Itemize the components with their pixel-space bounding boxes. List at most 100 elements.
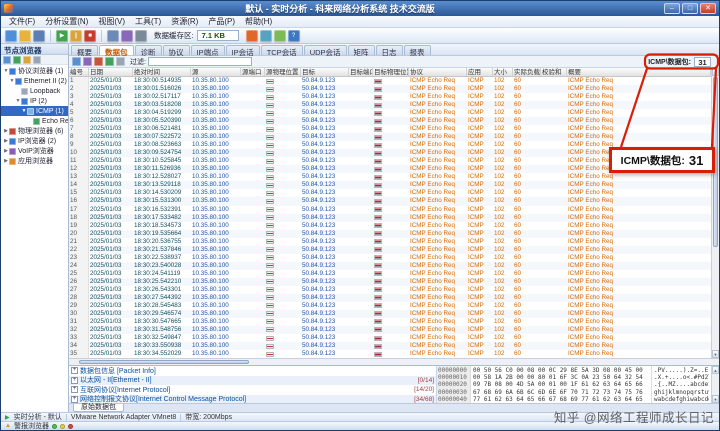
packet-row[interactable]: 82025/01/0318:30:07.52257210.35.80.10050… bbox=[69, 133, 711, 141]
adapter-settings-icon[interactable] bbox=[107, 30, 119, 42]
column-header-dport[interactable]: 目标端口 bbox=[349, 68, 373, 76]
tab-raw-packet[interactable]: 原始数据包 bbox=[73, 404, 124, 412]
tab-5[interactable]: IP会话 bbox=[226, 45, 260, 55]
maximize-button[interactable]: □ bbox=[682, 3, 698, 14]
packet-row[interactable]: 282025/01/0318:30:27.54439210.35.80.1005… bbox=[69, 294, 711, 302]
packet-row[interactable]: 202025/01/0318:30:19.53566410.35.80.1005… bbox=[69, 230, 711, 238]
tree-node-0[interactable]: ▼协议浏览器 (1) bbox=[1, 66, 68, 76]
tree-filter-icon[interactable] bbox=[3, 56, 11, 64]
tree-node-5[interactable]: Echo Req bbox=[1, 116, 68, 126]
packet-row[interactable]: 312025/01/0318:30:30.54766510.35.80.1005… bbox=[69, 318, 711, 326]
stop-capture-icon[interactable]: ■ bbox=[84, 30, 96, 42]
packet-row[interactable]: 242025/01/0318:30:23.54002810.35.80.1005… bbox=[69, 262, 711, 270]
menu-item-0[interactable]: 文件(F) bbox=[4, 16, 40, 27]
packet-row[interactable]: 342025/01/0318:30:33.55093810.35.80.1005… bbox=[69, 342, 711, 350]
packet-row[interactable]: 22025/01/0318:30:01.51602610.35.80.10050… bbox=[69, 85, 711, 93]
packet-row[interactable]: 232025/01/0318:30:22.53893710.35.80.1005… bbox=[69, 254, 711, 262]
packet-row[interactable]: 352025/01/0318:30:34.55202910.35.80.1005… bbox=[69, 350, 711, 358]
packet-row[interactable]: 62025/01/0318:30:05.52039010.35.80.10050… bbox=[69, 117, 711, 125]
menu-item-2[interactable]: 视图(V) bbox=[93, 16, 130, 27]
packet-row[interactable]: 322025/01/0318:30:31.54875610.35.80.1005… bbox=[69, 326, 711, 334]
tab-10[interactable]: 报表 bbox=[404, 45, 431, 55]
vertical-scrollbar[interactable]: ▲ ▼ bbox=[711, 68, 719, 358]
packet-row[interactable]: 292025/01/0318:30:28.54548310.35.80.1005… bbox=[69, 302, 711, 310]
decode-row-1[interactable]: +以太网 - II[Ethernet - II][0/14] bbox=[69, 376, 436, 386]
tab-4[interactable]: IP端点 bbox=[191, 45, 225, 55]
clear-packets-icon[interactable] bbox=[94, 57, 103, 66]
alarm-explorer-icon[interactable] bbox=[246, 30, 258, 42]
decode-scroll-down-icon[interactable]: ▼ bbox=[712, 395, 719, 403]
save-icon[interactable] bbox=[33, 30, 45, 42]
filter-input[interactable] bbox=[148, 57, 252, 66]
menu-item-4[interactable]: 资源(R) bbox=[166, 16, 203, 27]
menu-item-5[interactable]: 产品(P) bbox=[203, 16, 240, 27]
expand-icon[interactable]: + bbox=[71, 367, 78, 374]
menu-item-6[interactable]: 帮助(H) bbox=[240, 16, 277, 27]
tab-0[interactable]: 概要 bbox=[71, 45, 98, 55]
packet-row[interactable]: 142025/01/0318:30:13.52911810.35.80.1005… bbox=[69, 181, 711, 189]
open-project-icon[interactable] bbox=[19, 30, 31, 42]
tab-8[interactable]: 矩阵 bbox=[348, 45, 375, 55]
tab-1[interactable]: 数据包 bbox=[99, 45, 134, 55]
menu-item-3[interactable]: 工具(T) bbox=[130, 16, 166, 27]
column-header-app[interactable]: 应用 bbox=[467, 68, 493, 76]
column-header-checksum[interactable]: 校验和 bbox=[541, 68, 567, 76]
column-header-dst[interactable]: 目标 bbox=[301, 68, 349, 76]
packet-row[interactable]: 42025/01/0318:30:03.51820810.35.80.10050… bbox=[69, 101, 711, 109]
pause-capture-icon[interactable]: || bbox=[70, 30, 82, 42]
packet-row[interactable]: 72025/01/0318:30:06.52148110.35.80.10050… bbox=[69, 125, 711, 133]
tab-2[interactable]: 诊断 bbox=[135, 45, 162, 55]
scroll-down-icon[interactable]: ▼ bbox=[712, 350, 719, 358]
column-header-no[interactable]: 编号 bbox=[69, 68, 89, 76]
column-header-summary[interactable]: 概要 bbox=[567, 68, 711, 76]
menu-item-1[interactable]: 分析设置(N) bbox=[40, 16, 93, 27]
packet-row[interactable]: 272025/01/0318:30:26.54330110.35.80.1005… bbox=[69, 286, 711, 294]
decode-row-2[interactable]: +互联网协议[Internet Protocol][14/20] bbox=[69, 385, 436, 395]
column-header-date[interactable]: 日期 bbox=[89, 68, 133, 76]
hscrollbar-thumb[interactable] bbox=[79, 360, 249, 364]
decode-scroll-up-icon[interactable]: ▲ bbox=[712, 366, 719, 374]
general-settings-icon[interactable] bbox=[135, 30, 147, 42]
report-icon[interactable] bbox=[274, 30, 286, 42]
packet-row[interactable]: 212025/01/0318:30:20.53675510.35.80.1005… bbox=[69, 238, 711, 246]
packet-row[interactable]: 32025/01/0318:30:02.51711710.35.80.10050… bbox=[69, 93, 711, 101]
tab-7[interactable]: UDP会话 bbox=[304, 45, 347, 55]
start-capture-icon[interactable]: ▶ bbox=[56, 30, 68, 42]
export-packets-icon[interactable] bbox=[72, 57, 81, 66]
packet-row[interactable]: 222025/01/0318:30:21.53784610.35.80.1005… bbox=[69, 246, 711, 254]
decode-row-3[interactable]: +网络控制报文协议[Internet Control Message Proto… bbox=[69, 395, 436, 404]
packet-row[interactable]: 252025/01/0318:30:24.54111910.35.80.1005… bbox=[69, 270, 711, 278]
column-settings-icon[interactable] bbox=[116, 57, 125, 66]
packet-row[interactable]: 12025/01/0318:30:00.51493510.35.80.10050… bbox=[69, 77, 711, 85]
decode-scrollbar[interactable]: ▲ ▼ bbox=[711, 366, 719, 403]
packet-row[interactable]: 262025/01/0318:30:25.54221010.35.80.1005… bbox=[69, 278, 711, 286]
packet-row[interactable]: 182025/01/0318:30:17.53348210.35.80.1005… bbox=[69, 214, 711, 222]
packet-row[interactable]: 172025/01/0318:30:16.53239110.35.80.1005… bbox=[69, 206, 711, 214]
tree-locate-icon[interactable] bbox=[33, 56, 41, 64]
decode-row-0[interactable]: +数据包信息 [Packet Info] bbox=[69, 366, 436, 376]
tree-node-2[interactable]: Loopback bbox=[1, 86, 68, 96]
alarm-browser-label[interactable]: 警报浏览器 bbox=[14, 421, 49, 431]
column-header-payload[interactable]: 实际负载 bbox=[513, 68, 541, 76]
column-header-size[interactable]: 大小 bbox=[493, 68, 513, 76]
packet-row[interactable]: 302025/01/0318:30:29.54657410.35.80.1005… bbox=[69, 310, 711, 318]
column-header-dloc[interactable]: 目标物理位置 bbox=[373, 68, 409, 76]
expand-icon[interactable]: + bbox=[71, 377, 78, 384]
packet-row[interactable]: 332025/01/0318:30:32.54984710.35.80.1005… bbox=[69, 334, 711, 342]
tree-refresh-icon[interactable] bbox=[13, 56, 21, 64]
filter-settings-icon[interactable] bbox=[121, 30, 133, 42]
tree-node-1[interactable]: ▼Ethernet II (2) bbox=[1, 76, 68, 86]
packet-row[interactable]: 132025/01/0318:30:12.52802710.35.80.1005… bbox=[69, 173, 711, 181]
tree-expand-all-icon[interactable] bbox=[23, 56, 31, 64]
scroll-up-icon[interactable]: ▲ bbox=[712, 68, 719, 76]
log-view-icon[interactable] bbox=[260, 30, 272, 42]
minimize-button[interactable]: – bbox=[664, 3, 680, 14]
tab-3[interactable]: 协议 bbox=[163, 45, 190, 55]
tree-node-8[interactable]: ▶VoIP浏览器 bbox=[1, 146, 68, 156]
column-header-sport[interactable]: 源端口 bbox=[241, 68, 265, 76]
tree-node-3[interactable]: ▼IP (2) bbox=[1, 96, 68, 106]
filter-funnel-icon[interactable] bbox=[83, 57, 92, 66]
tab-9[interactable]: 日志 bbox=[376, 45, 403, 55]
column-header-sloc[interactable]: 源物理位置 bbox=[265, 68, 301, 76]
packet-row[interactable]: 152025/01/0318:30:14.53020910.35.80.1005… bbox=[69, 189, 711, 197]
